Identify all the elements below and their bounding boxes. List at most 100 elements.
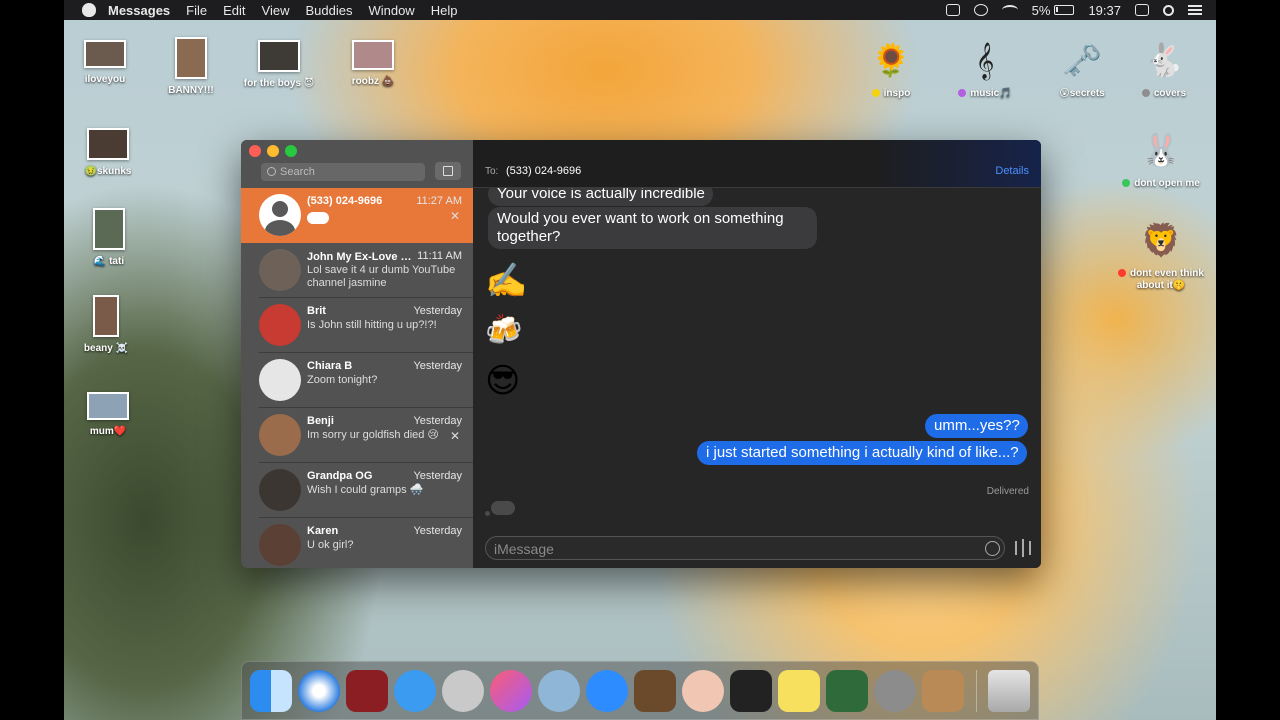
avatar — [259, 359, 301, 401]
to-label: To: — [485, 166, 499, 177]
message-emoji[interactable]: 😎 — [485, 362, 520, 400]
menu-help[interactable]: Help — [431, 3, 458, 18]
details-button[interactable]: Details — [995, 165, 1029, 177]
desktop-folder-for-the-boys[interactable]: for the boys 😈 — [234, 40, 324, 89]
message-bubble-incoming[interactable]: Your voice is actually incredible — [488, 188, 713, 206]
desktop-icon-label: BANNY!!! — [168, 85, 214, 96]
photo-booth-icon[interactable] — [346, 670, 388, 712]
conversation-name: Chiara B — [307, 360, 353, 372]
contacts-icon[interactable] — [922, 670, 964, 712]
zoom-window-button[interactable] — [285, 145, 297, 157]
desktop-folder-inspo[interactable]: 🌻 inspo — [846, 38, 936, 99]
itunes-icon[interactable] — [490, 670, 532, 712]
desktop-icon-label: for the boys 😈 — [243, 78, 315, 89]
calendar-icon[interactable] — [1135, 4, 1149, 16]
minimize-window-button[interactable] — [267, 145, 279, 157]
desktop-icon-label: covers — [1153, 88, 1187, 99]
photo-thumbnail — [352, 40, 394, 70]
message-bubble-outgoing[interactable]: i just started something i actually kind… — [697, 441, 1027, 465]
audio-editor-icon[interactable] — [730, 670, 772, 712]
conversation-item[interactable]: Benji Yesterday Im sorry ur goldfish die… — [241, 408, 473, 463]
apple-icon[interactable] — [82, 3, 96, 17]
search-icon — [267, 167, 276, 176]
conversation-time: Yesterday — [413, 415, 462, 427]
face-app-icon[interactable] — [682, 670, 724, 712]
desktop-folder-dont-open-me[interactable]: 🐰 dont open me — [1116, 128, 1206, 189]
desktop-folder-iloveyou[interactable]: iloveyou — [64, 40, 150, 85]
typing-indicator-icon — [307, 212, 329, 224]
finder-icon[interactable] — [250, 670, 292, 712]
desktop-folder-skunks[interactable]: 🤢skunks — [64, 128, 153, 177]
message-bubble-outgoing[interactable]: umm...yes?? — [925, 414, 1028, 438]
desktop-icon-label: inspo — [883, 88, 911, 99]
compose-button[interactable] — [435, 162, 461, 180]
search-field[interactable]: Search — [261, 163, 425, 181]
conversation-item[interactable]: John My Ex-Love 🤢... 11:11 AM Lol save i… — [241, 243, 473, 298]
desktop-folder-music[interactable]: 𝄞 music🎵 — [940, 38, 1030, 99]
imessage-input[interactable] — [494, 539, 974, 558]
desktop-folder-tati[interactable]: 🌊 tati — [64, 208, 154, 267]
message-composer[interactable] — [485, 536, 1005, 560]
message-emoji[interactable]: ✍️ — [485, 262, 527, 300]
desktop-icon-label: music🎵 — [970, 88, 1012, 99]
menu-buddies[interactable]: Buddies — [305, 3, 352, 18]
messages-app-icon[interactable] — [394, 670, 436, 712]
conversation-item[interactable]: (533) 024-9696 11:27 AM ✕ — [241, 188, 473, 243]
typing-indicator-icon — [485, 501, 515, 516]
photo-thumbnail — [175, 37, 207, 79]
desktop-folder-mum[interactable]: mum❤️ — [64, 392, 153, 437]
trash-icon[interactable] — [988, 670, 1030, 712]
conversation-item[interactable]: Grandpa OG Yesterday Wish I could gramps… — [241, 463, 473, 518]
bunny-icon: 🐇 — [1144, 42, 1184, 78]
conversation-name: Grandpa OG — [307, 470, 373, 482]
desktop-folder-covers[interactable]: 🐇 covers — [1119, 38, 1209, 99]
avatar — [259, 524, 301, 566]
delete-conversation-icon[interactable]: ✕ — [450, 209, 460, 223]
audio-message-icon[interactable] — [1015, 539, 1031, 557]
desktop-folder-dont-even[interactable]: 🦁 dont even think about it🤫 — [1111, 218, 1211, 292]
creative-cloud-icon[interactable] — [973, 4, 988, 16]
message-transcript[interactable]: Your voice is actually incredible Would … — [473, 188, 1041, 528]
menu-window[interactable]: Window — [368, 3, 414, 18]
conversation-name: Benji — [307, 415, 334, 427]
bunny-plush-icon: 🐰 — [1141, 132, 1181, 168]
desktop-folder-banny[interactable]: BANNY!!! — [146, 37, 236, 96]
safari-icon[interactable] — [298, 670, 340, 712]
zoom-status-icon[interactable] — [945, 4, 960, 16]
compose-icon — [443, 166, 453, 176]
conversation-item[interactable]: Brit Yesterday Is John still hitting u u… — [241, 298, 473, 353]
close-window-button[interactable] — [249, 145, 261, 157]
conversation-item[interactable]: Chiara B Yesterday Zoom tonight? — [241, 353, 473, 408]
avatar — [259, 304, 301, 346]
conversation-time: Yesterday — [413, 305, 462, 317]
system-preferences-icon[interactable] — [874, 670, 916, 712]
message-bubble-incoming[interactable]: Would you ever want to work on something… — [488, 207, 817, 249]
battery-percent[interactable]: 5% — [1032, 3, 1051, 18]
desktop-folder-roobz[interactable]: roobz 💩 — [328, 40, 418, 87]
garageband-icon[interactable] — [634, 670, 676, 712]
menu-view[interactable]: View — [262, 3, 290, 18]
conversation-item[interactable]: Karen Yesterday U ok girl? — [241, 518, 473, 568]
preview-icon[interactable] — [826, 670, 868, 712]
desktop-folder-secrets[interactable]: 🗝️ 😮secrets — [1037, 38, 1127, 99]
emoji-picker-icon[interactable] — [985, 541, 1000, 556]
spotlight-search-icon[interactable] — [1163, 4, 1174, 16]
stickies-icon[interactable] — [778, 670, 820, 712]
delete-conversation-icon[interactable]: ✕ — [450, 429, 460, 443]
menu-app-name[interactable]: Messages — [108, 3, 170, 18]
desktop-folder-beany[interactable]: beany ☠️ — [64, 295, 151, 354]
conversation-name: Brit — [307, 305, 326, 317]
kangaroo-app-icon[interactable] — [442, 670, 484, 712]
battery-icon[interactable] — [1054, 5, 1075, 15]
wifi-icon[interactable] — [1001, 5, 1018, 15]
menu-clock[interactable]: 19:37 — [1088, 3, 1121, 18]
menu-bar: Messages File Edit View Buddies Window H… — [64, 0, 1216, 20]
seal-app-icon[interactable] — [538, 670, 580, 712]
tag-dot — [871, 89, 880, 98]
zoom-app-icon[interactable] — [586, 670, 628, 712]
conversation-name: John My Ex-Love 🤢... — [307, 251, 417, 263]
message-emoji[interactable]: 🍻 — [485, 312, 522, 350]
menu-edit[interactable]: Edit — [223, 3, 245, 18]
menu-file[interactable]: File — [186, 3, 207, 18]
notification-center-icon[interactable] — [1188, 5, 1202, 15]
